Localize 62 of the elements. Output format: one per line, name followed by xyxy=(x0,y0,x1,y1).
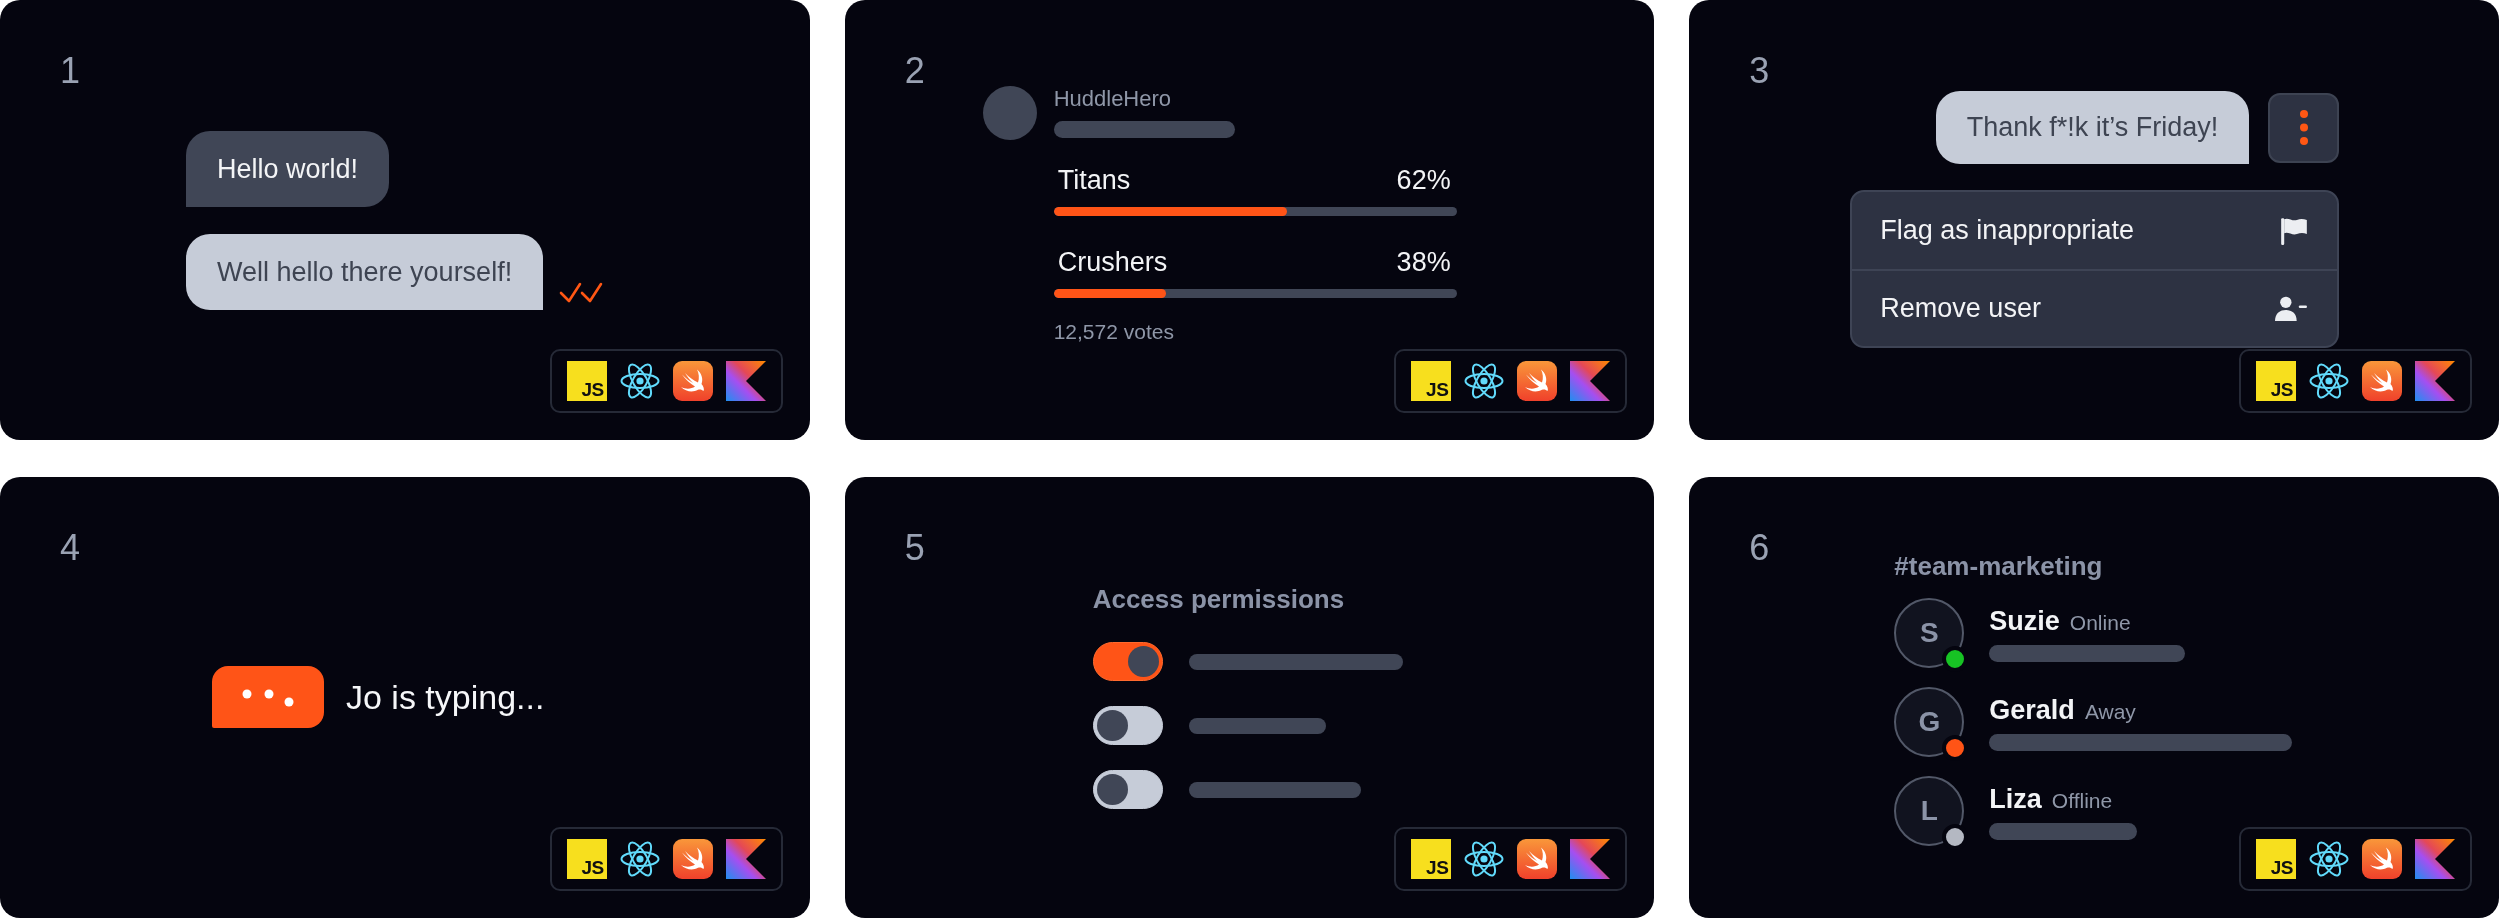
typing-bubble-icon xyxy=(212,666,324,728)
js-logo: JS xyxy=(1411,839,1452,879)
atom-icon xyxy=(619,839,660,879)
bird-logo-icon xyxy=(672,839,713,879)
vote-count: 12,572 votes xyxy=(1053,319,1174,345)
toggle-switch[interactable] xyxy=(1092,770,1163,809)
avatar: G xyxy=(1894,687,1965,757)
remove-user-icon xyxy=(2275,296,2308,321)
card-number: 5 xyxy=(904,528,925,568)
card-number: 3 xyxy=(1749,51,1770,91)
bird-logo-icon xyxy=(672,361,713,401)
bird-logo-icon xyxy=(1517,839,1558,879)
atom-icon xyxy=(2309,361,2349,401)
member-name: Liza xyxy=(1989,784,2042,814)
card-number: 1 xyxy=(60,51,81,91)
member-status: Offline xyxy=(2051,788,2113,814)
member-name: Suzie xyxy=(1989,606,2060,636)
author-name: HuddleHero xyxy=(1053,86,1172,112)
k-logo-icon xyxy=(2415,361,2455,401)
section-title: Access permissions xyxy=(1092,584,1345,614)
atom-icon xyxy=(1464,839,1505,879)
option-label: Titans xyxy=(1057,164,1131,196)
member-status: Online xyxy=(2069,610,2131,636)
flag-icon xyxy=(2281,216,2308,245)
option-percent: 62% xyxy=(1396,164,1451,196)
toggle-switch[interactable] xyxy=(1092,642,1163,681)
card-number: 6 xyxy=(1749,528,1770,568)
k-logo-icon xyxy=(2415,839,2455,879)
js-logo: JS xyxy=(566,839,607,879)
channel-name: #team-marketing xyxy=(1894,551,2103,581)
message-bubble: Thank f*!k it’s Friday! xyxy=(1935,91,2250,164)
k-logo-icon xyxy=(1570,839,1611,879)
option-label: Crushers xyxy=(1057,246,1168,278)
js-logo: JS xyxy=(566,361,607,401)
message-bubble: Well hello there yourself! xyxy=(186,234,544,310)
more-options-button[interactable] xyxy=(2268,92,2340,163)
message-bubble: Hello world! xyxy=(186,131,390,207)
k-logo-icon xyxy=(725,361,766,401)
js-logo: JS xyxy=(2256,361,2296,401)
js-logo: JS xyxy=(2256,839,2296,879)
menu-item[interactable]: Flag as inappropriate xyxy=(1852,192,2338,269)
member-status: Away xyxy=(2084,699,2136,725)
js-logo: JS xyxy=(1411,361,1452,401)
option-percent: 38% xyxy=(1396,246,1451,278)
k-logo-icon xyxy=(1570,361,1611,401)
avatar: S xyxy=(1894,598,1965,668)
k-logo-icon xyxy=(725,839,766,879)
atom-icon xyxy=(2309,839,2349,879)
card-number: 4 xyxy=(60,528,81,568)
bird-logo-icon xyxy=(2362,839,2402,879)
bird-logo-icon xyxy=(1517,361,1558,401)
atom-icon xyxy=(619,361,660,401)
typing-status: Jo is typing... xyxy=(346,677,545,717)
toggle-switch[interactable] xyxy=(1092,706,1163,745)
bird-logo-icon xyxy=(2362,361,2402,401)
kebab-menu-icon xyxy=(2299,110,2308,145)
avatar: L xyxy=(1894,776,1965,846)
atom-icon xyxy=(1464,361,1505,401)
menu-item[interactable]: Remove user xyxy=(1852,269,2338,346)
avatar-icon xyxy=(982,86,1037,140)
card-number: 2 xyxy=(904,51,925,91)
member-name: Gerald xyxy=(1989,695,2075,725)
